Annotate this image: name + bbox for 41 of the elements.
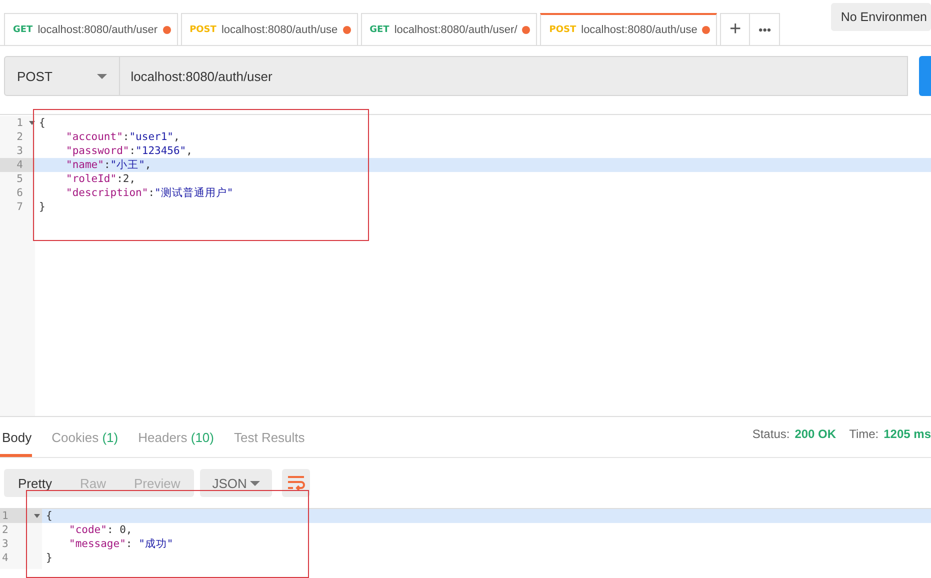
wrap-lines-button[interactable]	[282, 469, 310, 497]
status-label: Status:	[752, 427, 790, 441]
code-line: "description":"测试普通用户"	[65, 186, 234, 200]
url-field[interactable]: localhost:8080/auth/user	[120, 56, 908, 96]
response-tab[interactable]: Body	[0, 430, 32, 457]
line-number: 2	[2, 523, 8, 537]
request-tab[interactable]: GET localhost:8080/auth/user	[4, 13, 178, 45]
line-number: 3	[16, 144, 23, 158]
fold-caret-icon[interactable]	[29, 121, 35, 125]
method-dropdown[interactable]: POST	[4, 56, 120, 96]
code-line: }	[45, 551, 54, 565]
environment-dropdown[interactable]: No Environmen	[830, 2, 931, 30]
code-line: "code": 0,	[68, 523, 134, 537]
line-number: 3	[2, 537, 8, 551]
code-line: "message": "成功"	[68, 537, 174, 551]
line-number: 7	[16, 200, 23, 214]
request-tab[interactable]: POST localhost:8080/auth/use	[180, 13, 358, 45]
format-dropdown[interactable]: JSON	[200, 469, 272, 497]
line-number: 6	[16, 186, 23, 200]
code-line: "password":"123456",	[65, 144, 194, 158]
request-tab[interactable]: GET localhost:8080/auth/user/	[360, 13, 538, 45]
time-value: 1205 ms	[884, 427, 931, 441]
code-line: {	[38, 116, 46, 130]
line-number: 1	[16, 116, 23, 130]
status-value: 200 OK	[794, 427, 836, 441]
code-editor[interactable]: 1 2 3 4 5 6 7 { "account":"user1", "password":"123456", "name":"小王", "roleId":2, "description":"测试普通用户" }	[0, 115, 931, 416]
request-tab[interactable]: POST localhost:8080/auth/use	[540, 13, 718, 45]
code-line: }	[38, 200, 46, 214]
wrap-lines-icon	[287, 475, 306, 491]
caret-icon	[96, 74, 107, 78]
line-number: 2	[16, 130, 23, 144]
view-mode-button[interactable]: Pretty	[4, 469, 66, 497]
time-label: Time:	[849, 427, 879, 441]
line-number: 4	[16, 158, 23, 172]
line-number: 1	[2, 509, 8, 523]
line-number: 4	[2, 551, 8, 565]
caret-icon	[250, 480, 260, 486]
code-line: "roleId":2,	[65, 172, 137, 186]
code-line: "account":"user1",	[65, 130, 181, 144]
code-editor[interactable]: 1 2 3 4 { "code": 0, "message": "成功" }	[0, 508, 931, 569]
line-number: 5	[16, 172, 23, 186]
